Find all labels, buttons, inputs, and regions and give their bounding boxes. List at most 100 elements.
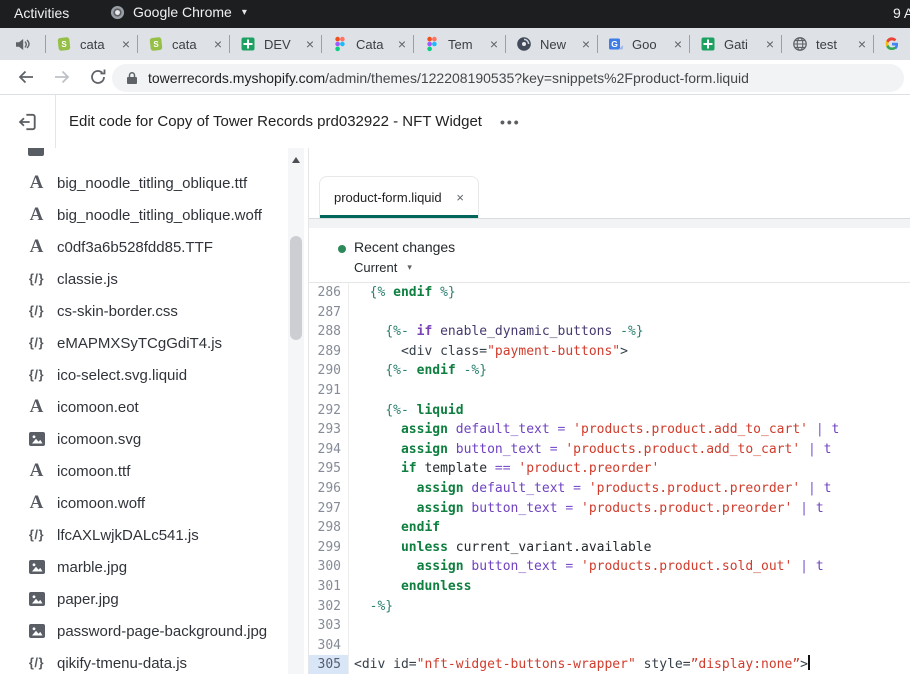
browser-tab[interactable]: Gati× [689, 35, 781, 53]
file-item[interactable]: paper.jpg [0, 583, 286, 615]
code-line[interactable]: endunless [354, 577, 910, 597]
file-name: icomoon.eot [57, 399, 139, 416]
recent-changes-panel: Recent changes Current ▾ [309, 228, 910, 283]
code-line[interactable]: endif [354, 518, 910, 538]
line-number: 305 [309, 655, 348, 674]
scroll-up-arrow-icon[interactable] [292, 157, 300, 163]
browser-tab-title: test [816, 37, 854, 52]
editor-file-tab[interactable]: product-form.liquid × [319, 176, 479, 218]
tab-close-icon[interactable]: × [398, 37, 406, 51]
file-item[interactable]: marble.jpg [0, 551, 286, 583]
file-item[interactable]: {/}eMAPMXSyTCgGdiT4.js [0, 327, 286, 359]
code-line[interactable]: <div id="nft-widget-buttons-wrapper" sty… [354, 655, 910, 674]
gutter: 2862872882892902912922932942952962972982… [309, 283, 349, 674]
code-line[interactable]: {%- endif -%} [354, 361, 910, 381]
file-item[interactable]: Aicomoon.eot [0, 391, 286, 423]
font-file-icon: A [28, 239, 45, 255]
browser-tab[interactable]: Tem× [413, 35, 505, 53]
browser-tab[interactable]: DEV× [229, 35, 321, 53]
browser-tab-title: cata [172, 37, 210, 52]
line-number: 303 [309, 616, 348, 636]
code-editor-region: product-form.liquid × Recent changes Cur… [308, 148, 910, 674]
code-line[interactable]: {%- liquid [354, 401, 910, 421]
file-name: password-page-background.jpg [57, 623, 267, 640]
version-select-value: Current [354, 260, 397, 275]
browser-tab[interactable]: New× [505, 35, 597, 53]
code-line[interactable]: {%- if enable_dynamic_buttons -%} [354, 322, 910, 342]
file-name: ico-select.svg.liquid [57, 367, 187, 384]
file-name: icomoon.ttf [57, 463, 130, 480]
code-line[interactable]: assign button_text = 'products.product.p… [354, 499, 910, 519]
tab-close-icon[interactable]: × [306, 37, 314, 51]
browser-tab[interactable]: test × [781, 35, 873, 53]
code-line[interactable]: assign button_text = 'products.product.s… [354, 557, 910, 577]
line-number: 296 [309, 479, 348, 499]
app-menu[interactable]: Google Chrome ▾ [110, 4, 247, 20]
file-name: classie.js [57, 271, 118, 288]
code-area[interactable]: 2862872882892902912922932942952962972982… [309, 283, 910, 674]
reload-button[interactable] [88, 67, 108, 87]
more-menu-button[interactable]: ••• [500, 114, 521, 130]
code-line[interactable] [354, 381, 910, 401]
exit-icon [17, 111, 39, 133]
tab-close-icon[interactable]: × [122, 37, 130, 51]
back-button[interactable] [16, 67, 36, 87]
code-file-icon: {/} [28, 271, 45, 287]
browser-tab[interactable]: Scata× [45, 35, 137, 53]
version-select[interactable]: Current ▾ [354, 260, 412, 275]
code-line[interactable]: if template == 'product.preorder' [354, 459, 910, 479]
figma-icon [424, 36, 440, 52]
browser-tab[interactable]: Cata× [321, 35, 413, 53]
forward-button[interactable] [52, 67, 72, 87]
code-line[interactable]: <div class="payment-buttons"> [354, 342, 910, 362]
sidebar-scrollbar[interactable] [288, 148, 304, 674]
tab-close-icon[interactable]: × [858, 37, 866, 51]
google-icon [884, 36, 900, 52]
code-file-icon: {/} [28, 303, 45, 319]
activities-button[interactable]: Activities [14, 5, 69, 21]
file-item[interactable]: {/} classie.js [0, 263, 286, 295]
file-item[interactable]: {/}qikify-tmenu-data.js [0, 647, 286, 679]
tab-close-icon[interactable]: × [766, 37, 774, 51]
file-item[interactable]: Aicomoon.ttf [0, 455, 286, 487]
tab-close-icon[interactable]: × [490, 37, 498, 51]
browser-tab[interactable]: GGoo× [597, 35, 689, 53]
code-line[interactable]: assign button_text = 'products.product.a… [354, 440, 910, 460]
exit-code-editor-button[interactable] [0, 95, 55, 148]
line-number: 292 [309, 401, 348, 421]
chrome-logo-icon [110, 5, 125, 20]
browser-tab[interactable] [873, 35, 910, 53]
code-file-icon: {/} [28, 655, 45, 671]
code-line[interactable]: assign default_text = 'products.product.… [354, 420, 910, 440]
file-item[interactable]: Abig_noodle_titling_oblique.woff [0, 199, 286, 231]
file-item[interactable]: icomoon.svg [0, 423, 286, 455]
file-item[interactable]: Aicomoon.woff [0, 487, 286, 519]
code-line[interactable] [354, 303, 910, 323]
code-line[interactable]: assign default_text = 'products.product.… [354, 479, 910, 499]
editor-tab-close-icon[interactable]: × [456, 190, 464, 205]
image-file-icon [28, 432, 45, 446]
code-line[interactable]: unless current_variant.available [354, 538, 910, 558]
code-line[interactable]: {% endif %} [354, 283, 910, 303]
line-number: 293 [309, 420, 348, 440]
code-line[interactable]: -%} [354, 597, 910, 617]
file-item[interactable]: password-page-background.jpg [0, 615, 286, 647]
audio-speaker-icon[interactable] [0, 28, 45, 60]
tab-close-icon[interactable]: × [214, 37, 222, 51]
code-line[interactable] [354, 636, 910, 656]
file-item[interactable]: Abig_noodle_titling_oblique.ttf [0, 167, 286, 199]
code-line[interactable] [354, 616, 910, 636]
browser-tab[interactable]: Scata× [137, 35, 229, 53]
scrollbar-thumb[interactable] [290, 236, 302, 340]
code-lines[interactable]: {% endif %} {%- if enable_dynamic_button… [354, 283, 910, 674]
editor-tab-title: product-form.liquid [334, 190, 442, 205]
sheets-icon [700, 36, 716, 52]
tab-close-icon[interactable]: × [674, 37, 682, 51]
file-item[interactable]: {/}lfcAXLwjkDALc541.js [0, 519, 286, 551]
file-item[interactable]: Ac0df3a6b528fdd85.TTF [0, 231, 286, 263]
file-item[interactable]: {/}ico-select.svg.liquid [0, 359, 286, 391]
file-sidebar: Abig_noodle_titling_oblique.ttfAbig_nood… [0, 148, 308, 674]
address-bar[interactable]: towerrecords.myshopify.com/admin/themes/… [112, 64, 904, 92]
file-item[interactable]: {/}cs-skin-border.css [0, 295, 286, 327]
tab-close-icon[interactable]: × [582, 37, 590, 51]
